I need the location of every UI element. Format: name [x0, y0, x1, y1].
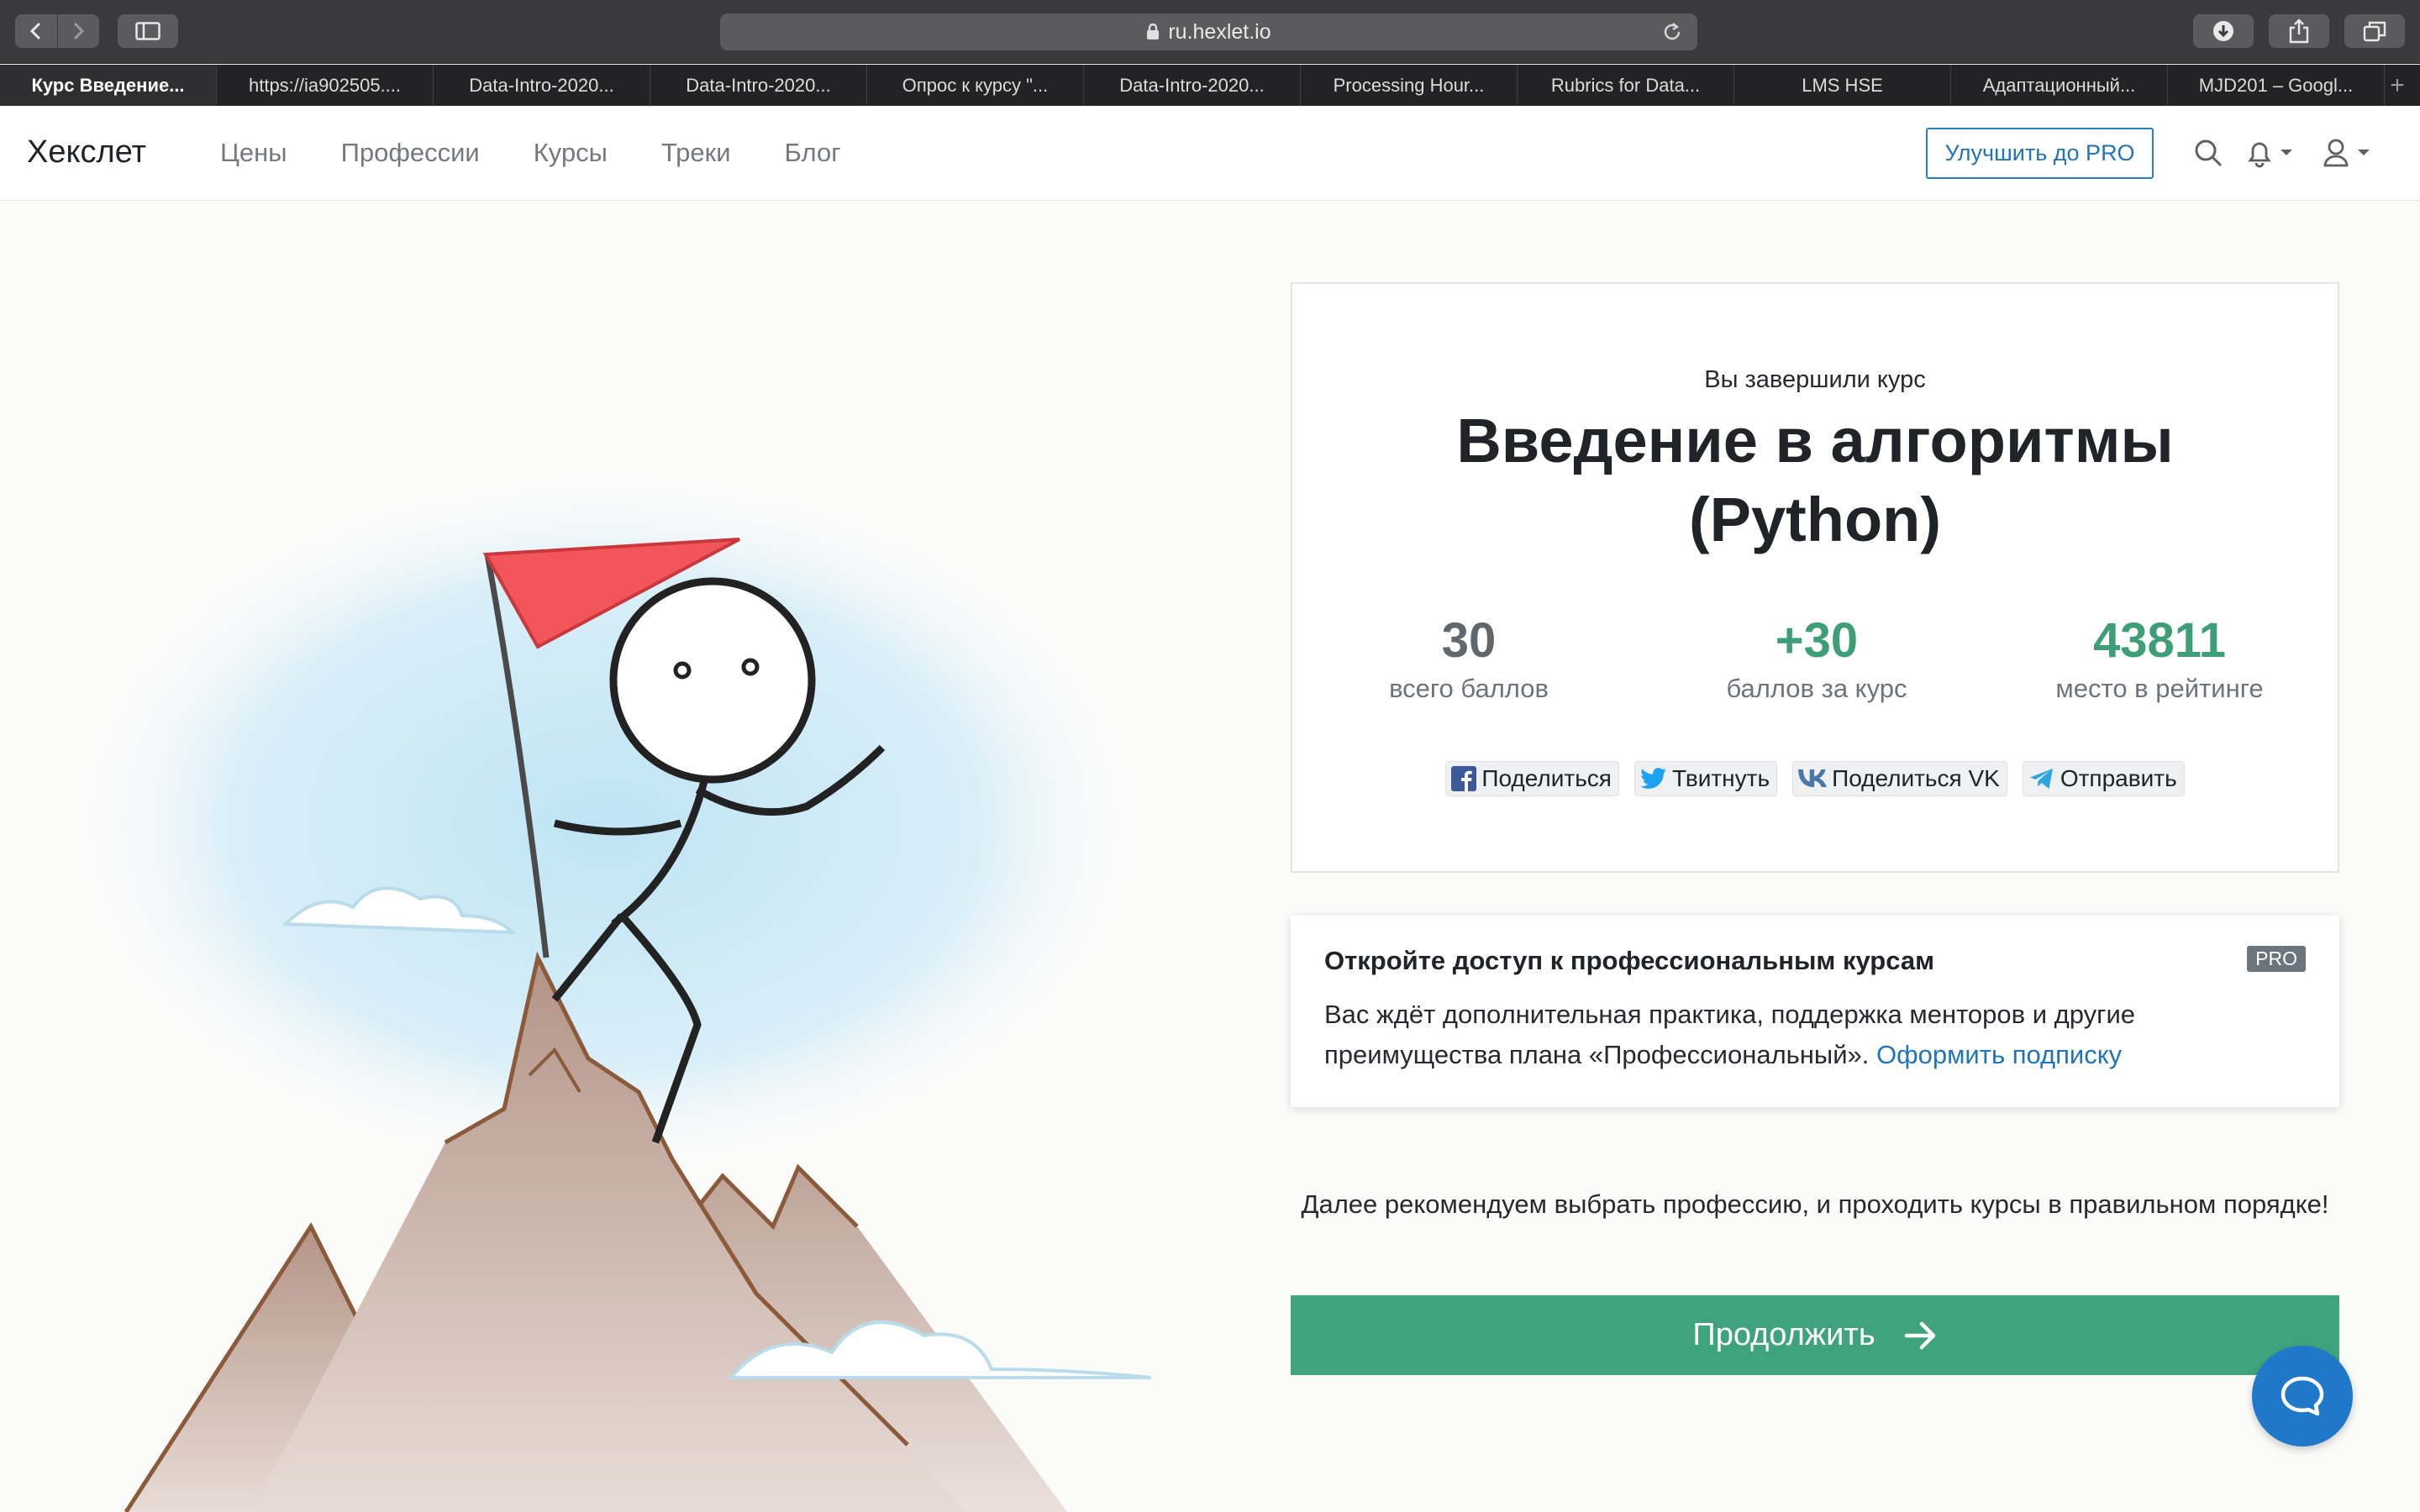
completion-subtitle: Вы завершили курс: [1704, 366, 1926, 393]
download-icon: [2213, 21, 2233, 41]
user-icon: [2323, 139, 2349, 167]
continue-label: Продолжить: [1692, 1317, 1876, 1352]
caret-down-icon: [2358, 150, 2370, 155]
forward-button[interactable]: [56, 14, 100, 48]
share-icon: [2289, 18, 2309, 44]
support-chat-button[interactable]: [2252, 1346, 2353, 1446]
share-label: Поделиться: [1481, 765, 1612, 791]
share-twitter-button[interactable]: Твитнуть: [1634, 761, 1778, 796]
share-buttons: Поделиться Твитнуть Поделиться VK Отправ…: [1292, 761, 2338, 796]
address-bar[interactable]: ru.hexlet.io: [720, 13, 1697, 50]
browser-tab[interactable]: Адаптационный...: [1951, 65, 2168, 106]
share-facebook-button[interactable]: Поделиться: [1445, 761, 1619, 796]
browser-tab[interactable]: Data-Intro-2020...: [1084, 65, 1301, 106]
chat-icon: [2281, 1376, 2324, 1416]
recommendation-text: Далее рекомендуем выбрать профессию, и п…: [1301, 1189, 2329, 1219]
mountain-climber-illustration: [67, 470, 1152, 1512]
sidebar-toggle-button[interactable]: [118, 14, 178, 48]
telegram-icon: [2029, 769, 2053, 789]
arrow-right-icon: [1904, 1321, 1935, 1349]
share-telegram-button[interactable]: Отправить: [2022, 761, 2185, 796]
site-logo[interactable]: Хекслет: [27, 134, 146, 171]
course-title-line: Введение в алгоритмы: [1456, 406, 2174, 475]
subscribe-link[interactable]: Оформить подписку: [1876, 1040, 2122, 1069]
course-completion-card: Вы завершили курс Введение в алгоритмы (…: [1291, 282, 2339, 873]
stat-total-points: 30 всего баллов: [1292, 612, 1645, 704]
chevron-left-icon: [29, 22, 40, 40]
new-tab-button[interactable]: +: [2385, 65, 2410, 106]
browser-tab[interactable]: Rubrics for Data...: [1518, 65, 1734, 106]
browser-tab[interactable]: Processing Hour...: [1301, 65, 1518, 106]
facebook-icon: [1451, 766, 1477, 791]
nav-courses[interactable]: Курсы: [534, 138, 608, 168]
nav-prices[interactable]: Цены: [220, 138, 287, 168]
site-header: Хекслет Цены Профессии Курсы Треки Блог …: [0, 106, 2420, 201]
nav-professions[interactable]: Профессии: [341, 138, 480, 168]
browser-tab[interactable]: Data-Intro-2020...: [650, 65, 867, 106]
course-title-line: (Python): [1688, 485, 1942, 554]
browser-tab[interactable]: https://ia902505....: [217, 65, 434, 106]
browser-tab[interactable]: Опрос к курсу "...: [867, 65, 1084, 106]
bell-icon: [2248, 142, 2271, 168]
browser-toolbar: ru.hexlet.io: [0, 0, 2420, 64]
downloads-button[interactable]: [2193, 14, 2254, 48]
lock-icon: [1146, 24, 1160, 40]
stat-value: 43811: [2092, 613, 2227, 668]
stat-label: всего баллов: [1389, 674, 1549, 703]
browser-tab[interactable]: Курс Введение...: [0, 65, 217, 106]
share-page-button[interactable]: [2269, 14, 2329, 48]
continue-button[interactable]: Продолжить: [1291, 1295, 2339, 1375]
user-menu-dropdown[interactable]: [2323, 138, 2371, 168]
search-icon[interactable]: [2193, 138, 2223, 168]
share-label: Поделиться VK: [1832, 765, 2000, 791]
pro-badge: PRO: [2247, 946, 2306, 972]
share-vk-button[interactable]: Поделиться VK: [1792, 761, 2007, 796]
tab-overview-button[interactable]: [2344, 14, 2405, 48]
pro-promo-title: Откройте доступ к профессиональным курса…: [1324, 946, 1935, 975]
browser-tab-bar: Курс Введение... https://ia902505.... Da…: [0, 65, 2420, 106]
notifications-dropdown[interactable]: [2245, 138, 2294, 168]
share-label: Отправить: [2060, 765, 2177, 791]
share-label: Твитнуть: [1671, 765, 1770, 791]
main-nav: Цены Профессии Курсы Треки Блог: [220, 138, 895, 168]
history-buttons: [15, 14, 99, 48]
reload-icon[interactable]: [1660, 20, 1684, 44]
twitter-icon: [1640, 768, 1666, 789]
course-title: Введение в алгоритмы (Python): [1292, 402, 2338, 559]
browser-tab[interactable]: Data-Intro-2020...: [434, 65, 650, 106]
browser-tab[interactable]: MJD201 – Googl...: [2168, 65, 2385, 106]
chevron-right-icon: [74, 22, 85, 40]
pro-promo-card: Откройте доступ к профессиональным курса…: [1291, 916, 2339, 1107]
vk-icon: [1798, 769, 1827, 787]
stat-course-points: +30 баллов за курс: [1640, 612, 1993, 704]
sidebar-icon: [135, 22, 160, 40]
upgrade-pro-button[interactable]: Улучшить до PRO: [1926, 128, 2154, 179]
nav-tracks[interactable]: Треки: [661, 138, 731, 168]
browser-tab[interactable]: LMS HSE: [1734, 65, 1951, 106]
pro-promo-text: Вас ждёт дополнительная практика, поддер…: [1324, 995, 2299, 1075]
caret-down-icon: [2281, 150, 2292, 155]
stat-label: место в рейтинге: [2055, 674, 2264, 703]
url-text: ru.hexlet.io: [1168, 19, 1271, 44]
nav-blog[interactable]: Блог: [785, 138, 841, 168]
stat-value: 30: [1441, 613, 1497, 668]
stat-value: +30: [1775, 613, 1859, 668]
tabs-icon: [2363, 21, 2386, 42]
stat-rating-place: 43811 место в рейтинге: [1983, 612, 2336, 704]
back-button[interactable]: [15, 14, 57, 48]
stat-label: баллов за курс: [1726, 674, 1907, 703]
